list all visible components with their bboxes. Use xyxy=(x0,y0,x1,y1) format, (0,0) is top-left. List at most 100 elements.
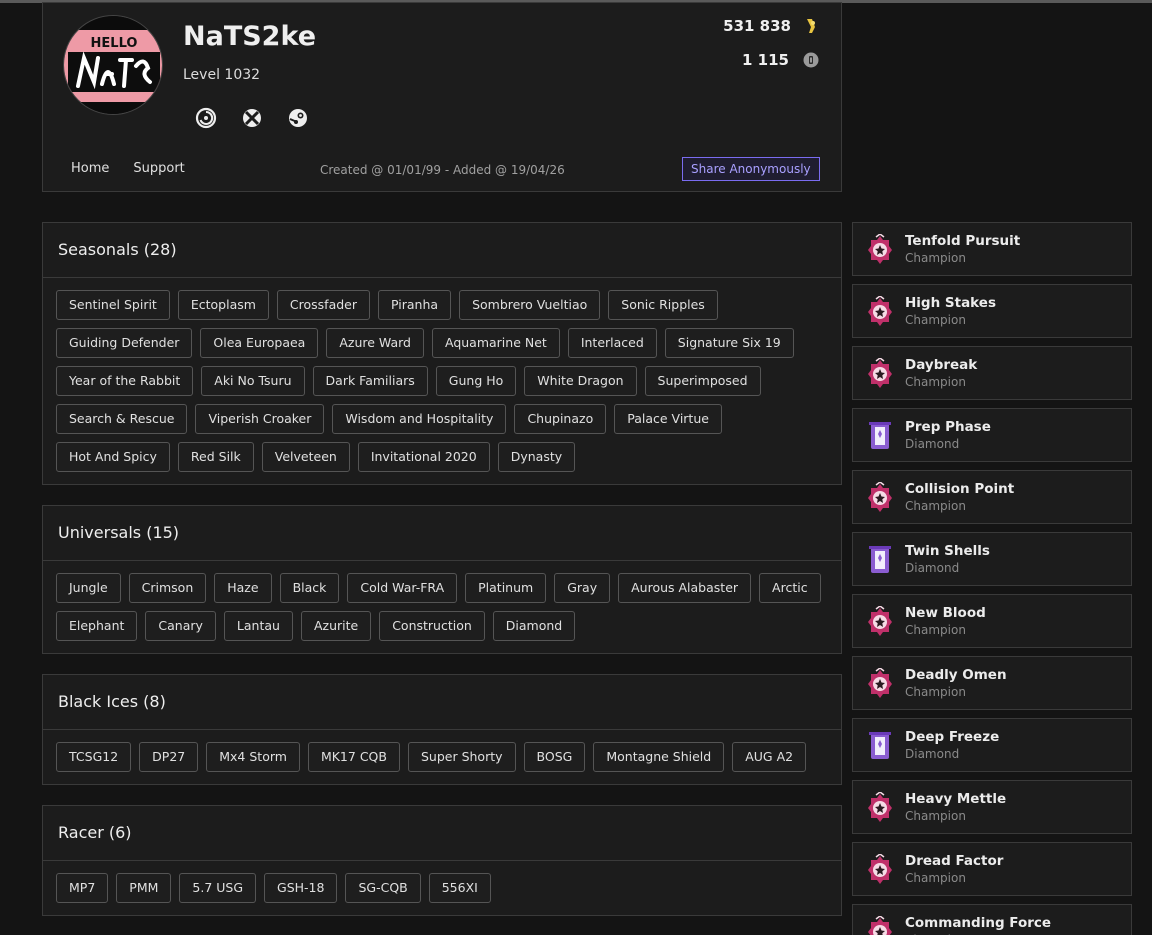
champion-rank-icon xyxy=(868,606,892,636)
skin-chip[interactable]: 556XI xyxy=(428,873,491,903)
skin-chip[interactable]: DP27 xyxy=(139,742,199,772)
steam-icon[interactable] xyxy=(287,107,309,129)
skin-chip[interactable]: Haze xyxy=(214,573,272,603)
achievements-sidebar: Tenfold Pursuit Champion High Stakes Champ… xyxy=(852,222,1132,935)
nav-support-link[interactable]: Support xyxy=(133,161,184,176)
achievement-card[interactable]: Tenfold Pursuit Champion xyxy=(852,222,1132,276)
skin-chip[interactable]: GSH-18 xyxy=(264,873,338,903)
skin-chip[interactable]: Aquamarine Net xyxy=(431,328,560,358)
skin-chip[interactable]: Lantau xyxy=(223,611,293,641)
skin-chip[interactable]: Red Silk xyxy=(177,442,254,472)
skin-chip[interactable]: Canary xyxy=(145,611,216,641)
skin-chip[interactable]: 5.7 USG xyxy=(179,873,257,903)
achievement-title: Collision Point xyxy=(905,481,1015,497)
skin-chip[interactable]: Gung Ho xyxy=(435,366,517,396)
player-level: Level 1032 xyxy=(183,67,261,83)
skin-chip[interactable]: Crossfader xyxy=(276,290,371,320)
skin-chip[interactable]: Dark Familiars xyxy=(312,366,428,396)
champion-rank-icon xyxy=(868,854,892,884)
skin-chip[interactable]: Olea Europaea xyxy=(200,328,319,358)
skin-chip[interactable]: Aurous Alabaster xyxy=(618,573,752,603)
nav-home-link[interactable]: Home xyxy=(71,161,109,176)
skin-chip[interactable]: Diamond xyxy=(492,611,576,641)
skin-chip[interactable]: Superimposed xyxy=(644,366,761,396)
skin-chip[interactable]: Azure Ward xyxy=(326,328,424,358)
ubisoft-icon[interactable] xyxy=(195,107,217,129)
skin-chip[interactable]: Chupinazo xyxy=(514,404,607,434)
skin-chip[interactable]: Azurite xyxy=(300,611,372,641)
achievement-card[interactable]: Dread Factor Champion xyxy=(852,842,1132,896)
achievement-card[interactable]: Collision Point Champion xyxy=(852,470,1132,524)
achievement-card[interactable]: Deadly Omen Champion xyxy=(852,656,1132,710)
achievement-card[interactable]: Deep Freeze Diamond xyxy=(852,718,1132,772)
xbox-icon[interactable] xyxy=(241,107,263,129)
chip-list: Jungle Crimson Haze Black Cold War-FRA Platin… xyxy=(43,561,841,653)
skin-chip[interactable]: MP7 xyxy=(56,873,109,903)
skin-chip[interactable]: Arctic xyxy=(759,573,821,603)
skin-chip[interactable]: Elephant xyxy=(56,611,138,641)
skin-chip[interactable]: SG-CQB xyxy=(345,873,421,903)
champion-rank-icon xyxy=(868,792,892,822)
skin-chip[interactable]: Wisdom and Hospitality xyxy=(332,404,507,434)
skin-chip[interactable]: Cold War-FRA xyxy=(347,573,458,603)
skin-chip[interactable]: Platinum xyxy=(465,573,547,603)
skin-chip[interactable]: Sentinel Spirit xyxy=(56,290,170,320)
skin-chip[interactable]: Invitational 2020 xyxy=(357,442,490,472)
skin-chip[interactable]: White Dragon xyxy=(524,366,637,396)
achievement-rank: Champion xyxy=(905,313,966,327)
achievement-card[interactable]: Daybreak Champion xyxy=(852,346,1132,400)
achievement-card[interactable]: High Stakes Champion xyxy=(852,284,1132,338)
skin-chip[interactable]: Aki No Tsuru xyxy=(201,366,305,396)
skin-chip[interactable]: Black xyxy=(279,573,340,603)
achievement-card[interactable]: Commanding ForceChampion xyxy=(852,904,1132,935)
skin-chip[interactable]: Palace Virtue xyxy=(614,404,722,434)
achievement-card[interactable]: Prep Phase Diamond xyxy=(852,408,1132,462)
skin-chip[interactable]: Hot And Spicy xyxy=(56,442,170,472)
achievement-card[interactable]: New Blood Champion xyxy=(852,594,1132,648)
achievement-rank: Diamond xyxy=(905,561,960,575)
avatar: HELLO xyxy=(63,15,163,115)
champion-rank-icon xyxy=(868,358,892,388)
skin-chip[interactable]: AUG A2 xyxy=(732,742,807,772)
r6-credits-icon xyxy=(803,52,819,68)
skin-chip[interactable]: Jungle xyxy=(56,573,121,603)
profile-card: HELLO NaTS2ke Level 1032 531 838 1 115 H… xyxy=(42,2,842,192)
skin-chip[interactable]: Guiding Defender xyxy=(56,328,193,358)
skin-chip[interactable]: BOSG xyxy=(523,742,586,772)
share-anonymously-button[interactable]: Share Anonymously xyxy=(682,157,820,181)
skin-chip[interactable]: Gray xyxy=(554,573,611,603)
renown-icon xyxy=(807,19,815,33)
credits-display: 1 115 xyxy=(742,51,819,69)
skin-chip[interactable]: Construction xyxy=(379,611,485,641)
skin-chip[interactable]: MK17 CQB xyxy=(307,742,400,772)
skin-chip[interactable]: Piranha xyxy=(378,290,452,320)
skin-chip[interactable]: Ectoplasm xyxy=(177,290,269,320)
skin-chip[interactable]: Interlaced xyxy=(567,328,657,358)
skin-chip[interactable]: Super Shorty xyxy=(407,742,516,772)
skin-chip[interactable]: Dynasty xyxy=(497,442,576,472)
achievement-title: Tenfold Pursuit xyxy=(905,233,1021,249)
skin-chip[interactable]: Viperish Croaker xyxy=(195,404,325,434)
skin-chip[interactable]: Crimson xyxy=(128,573,207,603)
skin-chip[interactable]: Montagne Shield xyxy=(593,742,725,772)
skin-chip[interactable]: PMM xyxy=(116,873,172,903)
achievement-title: Twin Shells xyxy=(905,543,990,559)
achievement-card[interactable]: Twin Shells Diamond xyxy=(852,532,1132,586)
diamond-rank-icon xyxy=(869,422,891,449)
section-seasonals: Seasonals (28) Sentinel Spirit Ectoplasm C… xyxy=(42,222,842,485)
skin-chip[interactable]: Signature Six 19 xyxy=(664,328,794,358)
skin-chip[interactable]: Year of the Rabbit xyxy=(56,366,194,396)
champion-rank-icon xyxy=(868,668,892,698)
skin-chip[interactable]: TCSG12 xyxy=(56,742,132,772)
skin-chip[interactable]: Search & Rescue xyxy=(56,404,188,434)
section-racer: Racer (6) MP7 PMM 5.7 USG GSH-18 SG-CQB 556XI xyxy=(42,805,842,916)
achievement-rank: Champion xyxy=(905,499,966,513)
achievement-rank: Diamond xyxy=(905,437,960,451)
achievement-rank: Champion xyxy=(905,375,966,389)
skin-chip[interactable]: Sombrero Vueltiao xyxy=(459,290,601,320)
skin-chip[interactable]: Velveteen xyxy=(261,442,350,472)
skin-chip[interactable]: Sonic Ripples xyxy=(608,290,718,320)
achievement-card[interactable]: Heavy Mettle Champion xyxy=(852,780,1132,834)
skin-chip[interactable]: Mx4 Storm xyxy=(206,742,300,772)
achievement-title: Deep Freeze xyxy=(905,729,1000,745)
